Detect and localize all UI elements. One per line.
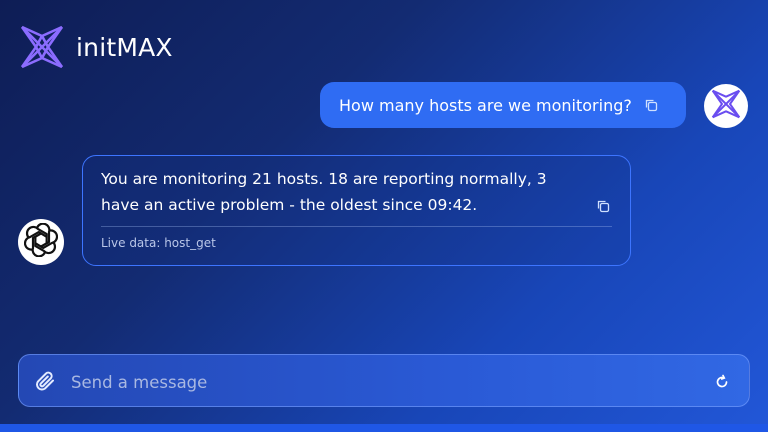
initmax-avatar-icon: [710, 88, 742, 124]
live-data-source: Live data: host_get: [101, 236, 216, 250]
user-message-bubble: How many hosts are we monitoring?: [320, 82, 686, 128]
refresh-icon[interactable]: [714, 374, 730, 390]
copy-icon[interactable]: [596, 199, 610, 213]
paperclip-icon[interactable]: [33, 369, 57, 393]
message-input[interactable]: [69, 365, 693, 399]
message-composer: [18, 354, 750, 407]
brand-name: initMAX: [76, 32, 173, 62]
assistant-message-text: You are monitoring 21 hosts. 18 are repo…: [101, 170, 547, 214]
openai-icon: [23, 222, 59, 261]
divider: [101, 226, 612, 227]
assistant-message-bubble: You are monitoring 21 hosts. 18 are repo…: [82, 155, 631, 266]
copy-icon[interactable]: [644, 98, 658, 112]
bottom-accent-bar: [0, 424, 768, 432]
assistant-avatar: [18, 219, 64, 265]
user-message-text: How many hosts are we monitoring?: [339, 95, 632, 115]
user-avatar: [704, 84, 748, 128]
initmax-logo-icon: [18, 24, 66, 70]
app-logo: initMAX: [18, 24, 173, 70]
